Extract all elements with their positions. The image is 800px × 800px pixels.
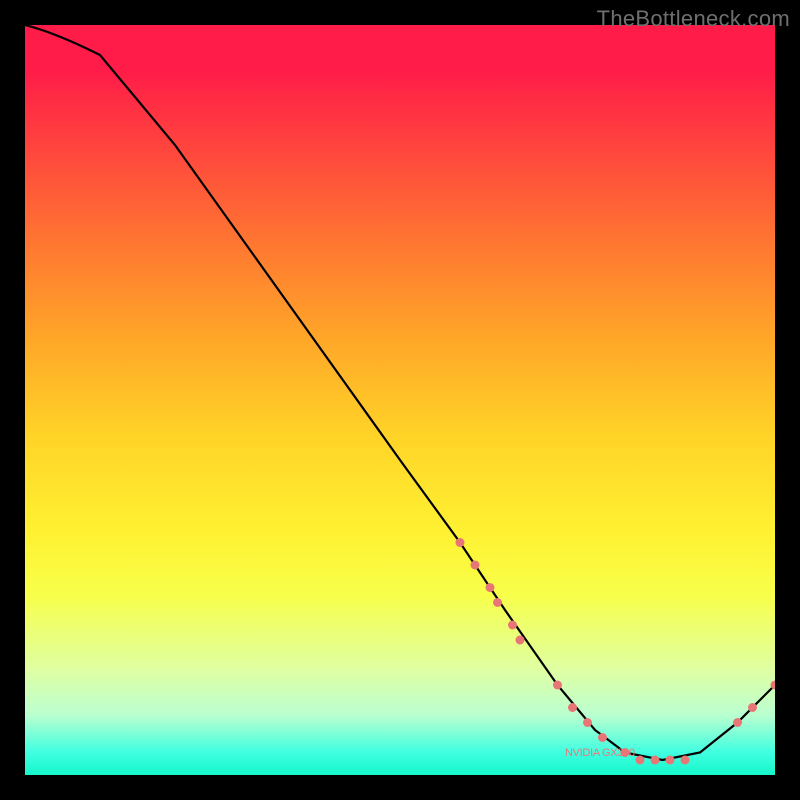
- scatter-dot: [636, 756, 645, 765]
- chart-svg: NVIDIA GX340: [25, 25, 775, 775]
- scatter-dot: [598, 733, 607, 742]
- scatter-dot: [508, 621, 517, 630]
- scatter-dot: [486, 583, 495, 592]
- scatter-dot: [733, 718, 742, 727]
- scatter-dot: [471, 561, 480, 570]
- scatter-dot: [748, 703, 757, 712]
- bottleneck-curve: [25, 25, 775, 760]
- plot-area: NVIDIA GX340: [25, 25, 775, 775]
- watermark-text: TheBottleneck.com: [597, 6, 790, 32]
- curve-group: [25, 25, 775, 760]
- scatter-dot: [516, 636, 525, 645]
- scatter-dot: [553, 681, 562, 690]
- scatter-dot: [681, 756, 690, 765]
- gpu-label: NVIDIA GX340: [565, 747, 635, 759]
- scatter-dot: [666, 756, 675, 765]
- scatter-dot: [493, 598, 502, 607]
- scatter-dot: [583, 718, 592, 727]
- scatter-dot: [456, 538, 465, 547]
- scatter-dot: [568, 703, 577, 712]
- chart-frame: TheBottleneck.com NVIDIA GX340: [0, 0, 800, 800]
- scatter-dot: [651, 756, 660, 765]
